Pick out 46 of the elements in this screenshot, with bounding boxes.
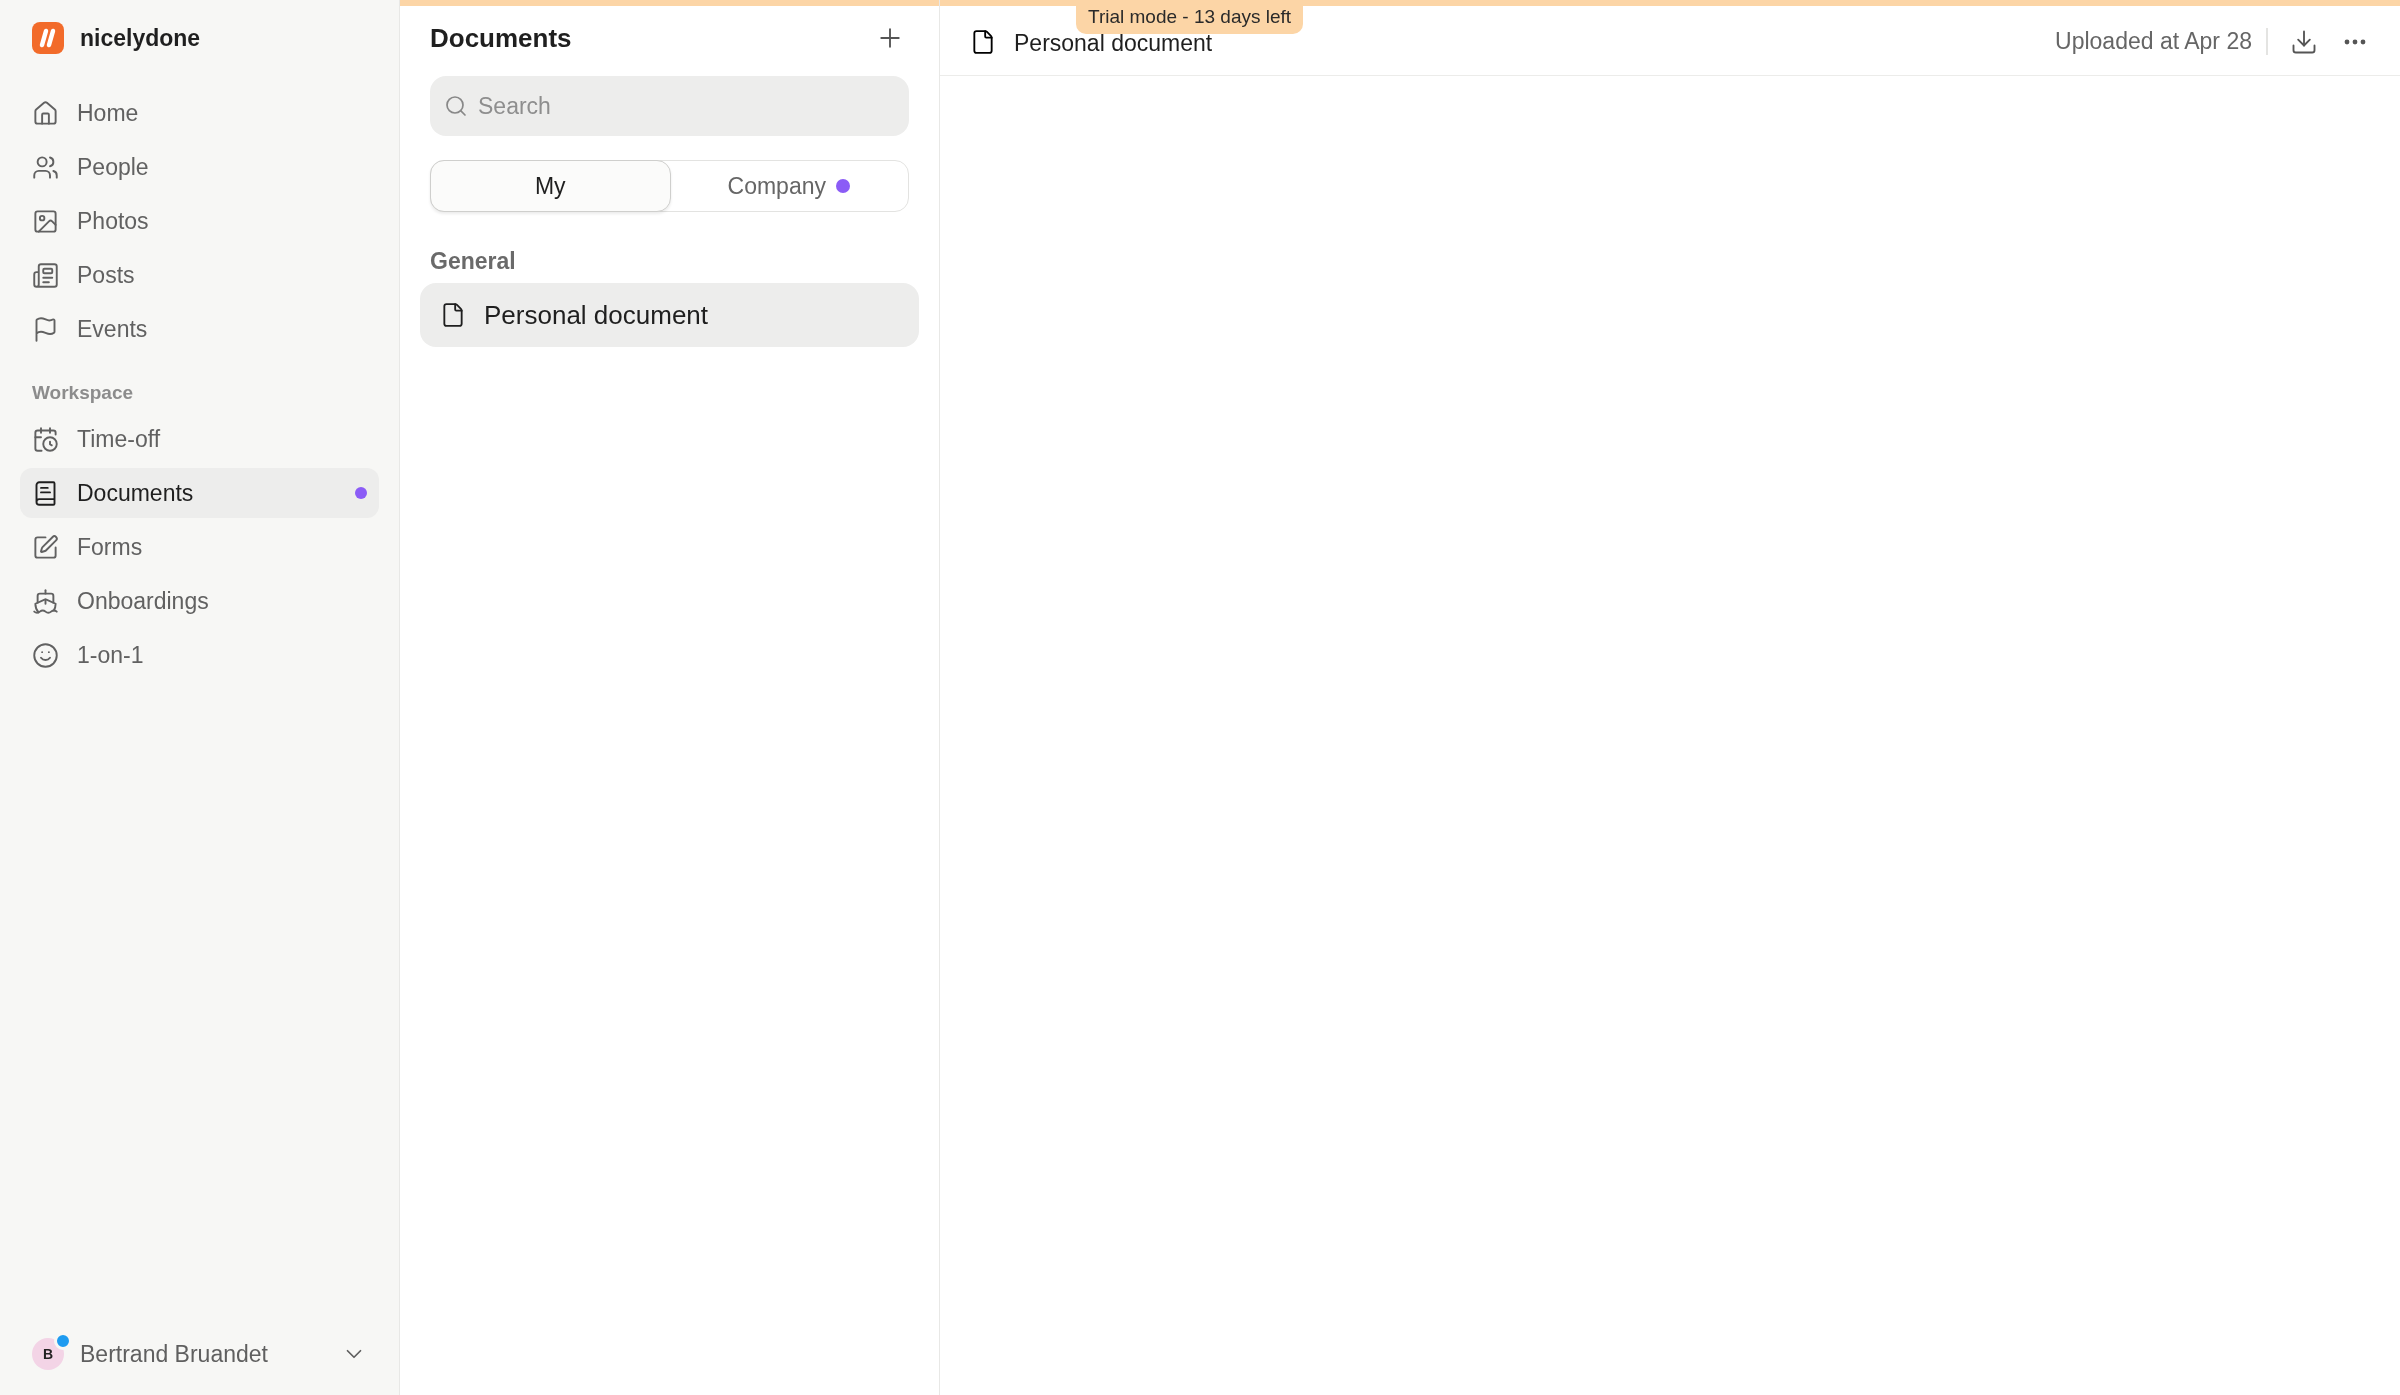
sidebar-item-label: Photos — [77, 207, 150, 235]
sidebar-item[interactable]: Forms — [20, 522, 379, 572]
file-icon — [440, 302, 466, 328]
sidebar-item[interactable]: 1-on-1 — [20, 630, 379, 680]
calendar-clock-icon — [32, 425, 59, 453]
image-icon — [32, 207, 59, 235]
document-item[interactable]: Personal document — [420, 283, 919, 347]
sidebar-item-label: Posts — [77, 261, 136, 289]
group-title: General — [430, 248, 517, 275]
sidebar-item[interactable]: Posts — [20, 250, 379, 300]
document-name: Personal document — [484, 299, 709, 331]
sidebar-item[interactable]: Time-off — [20, 414, 379, 464]
people-icon — [32, 153, 59, 181]
smiley-icon — [32, 641, 59, 669]
more-icon — [2344, 38, 2366, 45]
avatar-initial: B — [42, 1346, 54, 1362]
brand-name: nicelydone — [80, 24, 201, 52]
search-field[interactable]: Search — [430, 76, 909, 136]
home-icon — [32, 99, 59, 127]
user-menu[interactable]: B Bertrand Bruandet — [20, 1331, 379, 1377]
search-icon — [444, 94, 468, 118]
sidebar-item-label: People — [77, 153, 150, 181]
brand-logo — [32, 22, 64, 54]
sidebar-item[interactable]: Onboardings — [20, 576, 379, 626]
upload-date: Uploaded at Apr 28 — [2055, 28, 2268, 55]
sidebar-item[interactable]: Photos — [20, 196, 379, 246]
sidebar-item-label: Forms — [77, 533, 144, 561]
sidebar-item[interactable]: Documents — [20, 468, 379, 518]
sidebar-item-label: Onboardings — [77, 587, 210, 615]
sidebar-item[interactable]: Events — [20, 304, 379, 354]
user-name: Bertrand Bruandet — [80, 1340, 269, 1368]
sidebar-item-label: Events — [77, 315, 149, 343]
segment-tab[interactable]: Company — [668, 160, 909, 212]
sidebar-item[interactable]: People — [20, 142, 379, 192]
newspaper-icon — [32, 261, 59, 289]
sidebar-item-label: Time-off — [77, 425, 162, 453]
sidebar-item-label: 1-on-1 — [77, 641, 145, 669]
sidebar-item-label: Home — [77, 99, 140, 127]
sidebar-item-label: Documents — [77, 479, 195, 507]
panel-title: Documents — [430, 22, 572, 54]
pen-square-icon — [32, 533, 59, 561]
segment-tab[interactable]: My — [430, 160, 671, 212]
section-title: Workspace — [31, 382, 135, 404]
sidebar-item[interactable]: Home — [20, 88, 379, 138]
ship-icon — [32, 587, 59, 615]
file-icon — [970, 28, 996, 55]
